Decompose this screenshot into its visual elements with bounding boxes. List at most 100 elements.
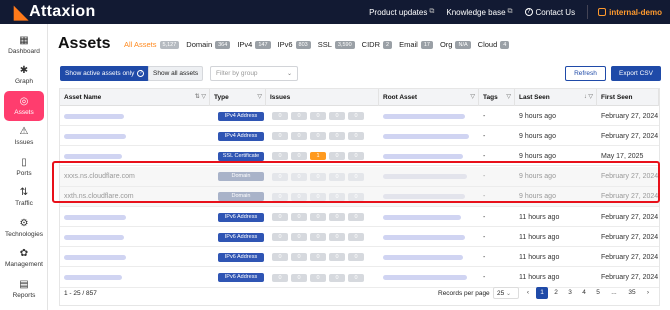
sidebar-item-graph[interactable]: ✱ Graph <box>0 60 48 90</box>
issue-count[interactable]: 0 <box>291 132 307 141</box>
issue-count[interactable]: 0 <box>272 273 288 282</box>
show-active-assets-button[interactable]: Show active assets only? <box>60 66 150 81</box>
next-page-button[interactable]: › <box>642 287 654 299</box>
contact-us-link[interactable]: ? Contact Us <box>524 8 575 17</box>
issue-count[interactable]: 0 <box>291 152 307 161</box>
column-filter-icon[interactable]: ↓ ▽ <box>584 93 593 100</box>
sidebar-item-ports[interactable]: ▯ Ports <box>0 152 48 182</box>
sidebar-item-technologies[interactable]: ⚙ Technologies <box>0 213 48 243</box>
issue-count[interactable]: 0 <box>348 112 364 120</box>
root-asset-cell[interactable] <box>379 227 479 247</box>
tab-all-assets[interactable]: All Assets 5,127 <box>124 40 180 49</box>
tab-cidr[interactable]: CIDR 2 <box>362 40 393 49</box>
issue-count[interactable]: 0 <box>348 152 364 161</box>
tab-ssl[interactable]: SSL 3,590 <box>318 40 355 49</box>
column-header-type[interactable]: Type ▽ <box>210 89 266 106</box>
asset-name-cell[interactable] <box>60 227 210 247</box>
issue-count[interactable]: 0 <box>348 233 364 242</box>
issue-count[interactable]: 0 <box>310 253 326 262</box>
tab-cloud[interactable]: Cloud 4 <box>478 40 510 49</box>
asset-name-cell[interactable] <box>60 207 210 227</box>
table-row[interactable]: IPv4 Address 0 0 0 0 0-9 hours ago February 27… <box>60 126 659 147</box>
sidebar-item-traffic[interactable]: ⇅ Traffic <box>0 182 48 212</box>
tab-org[interactable]: Org N/A <box>440 40 471 49</box>
issue-count[interactable]: 0 <box>310 112 326 120</box>
page-button[interactable]: 5 <box>592 287 604 299</box>
asset-name-cell[interactable] <box>60 247 210 267</box>
issue-count[interactable]: 0 <box>329 273 345 282</box>
user-menu[interactable]: internal-demo <box>598 8 662 17</box>
issue-count[interactable]: 0 <box>310 233 326 242</box>
issue-count[interactable]: 0 <box>272 213 288 221</box>
column-header-first-seen[interactable]: First Seen <box>597 89 659 106</box>
show-all-assets-button[interactable]: Show all assets <box>148 66 204 81</box>
issue-count[interactable]: 0 <box>329 152 345 161</box>
group-filter-select[interactable]: Filter by group ⌄ <box>210 66 298 81</box>
knowledge-base-link[interactable]: Knowledge base ⧉ <box>446 8 512 17</box>
sidebar-item-assets[interactable]: ◎ Assets <box>4 91 44 121</box>
table-row[interactable]: IPv6 Address 0 0 0 0 0-11 hours ago February 2… <box>60 227 659 248</box>
tab-ipv6[interactable]: IPv6 803 <box>278 40 311 49</box>
page-button[interactable]: 3 <box>564 287 576 299</box>
table-row[interactable]: IPv4 Address 0 0 0 0 0-9 hours ago February 27… <box>60 106 659 126</box>
page-button[interactable]: 1 <box>536 287 548 299</box>
column-header-root-asset[interactable]: Root Asset ▽ <box>379 89 479 106</box>
issue-count[interactable]: 0 <box>329 112 345 120</box>
export-csv-button[interactable]: Export CSV <box>611 66 661 81</box>
page-button[interactable]: 35 <box>624 287 640 299</box>
sidebar-item-reports[interactable]: ▤ Reports <box>0 274 48 304</box>
column-filter-icon[interactable]: ▽ <box>470 93 475 100</box>
tab-ipv4[interactable]: IPv4 147 <box>237 40 271 49</box>
issue-count[interactable]: 0 <box>348 253 364 262</box>
issue-count[interactable]: 0 <box>272 152 288 161</box>
issue-count[interactable]: 1 <box>310 152 326 161</box>
issue-count[interactable]: 0 <box>348 213 364 221</box>
prev-page-button[interactable]: ‹ <box>522 287 534 299</box>
column-header-last-seen[interactable]: Last Seen ↓ ▽ <box>515 89 597 106</box>
refresh-button[interactable]: Refresh <box>565 66 606 81</box>
page-button[interactable]: 2 <box>550 287 562 299</box>
column-filter-icon[interactable]: ⇅ ▽ <box>195 93 206 100</box>
issue-count[interactable]: 0 <box>272 233 288 242</box>
issue-count[interactable]: 0 <box>272 112 288 120</box>
issue-count[interactable]: 0 <box>291 233 307 242</box>
sidebar-item-issues[interactable]: ⚠ Issues <box>0 121 48 151</box>
issue-count[interactable]: 0 <box>329 213 345 221</box>
issue-count[interactable]: 0 <box>291 273 307 282</box>
issue-count[interactable]: 0 <box>291 213 307 221</box>
tab-domain[interactable]: Domain 364 <box>186 40 231 49</box>
column-header-issues[interactable]: Issues <box>266 89 379 106</box>
issue-count[interactable]: 0 <box>329 253 345 262</box>
asset-name-cell[interactable] <box>60 126 210 146</box>
root-asset-cell[interactable] <box>379 207 479 227</box>
issue-count[interactable]: 0 <box>348 132 364 141</box>
column-filter-icon[interactable]: ▽ <box>506 93 511 100</box>
sidebar-item-dashboard[interactable]: ▦ Dashboard <box>0 30 48 60</box>
issue-count[interactable]: 0 <box>348 273 364 282</box>
column-filter-icon[interactable]: ▽ <box>257 93 262 100</box>
page-button[interactable]: ... <box>606 287 622 299</box>
root-asset-cell[interactable] <box>379 106 479 126</box>
issue-count[interactable]: 0 <box>291 112 307 120</box>
root-asset-cell[interactable] <box>379 247 479 267</box>
asset-name-cell[interactable] <box>60 106 210 126</box>
records-per-page-select[interactable]: 25 ⌄ <box>493 287 519 299</box>
table-row[interactable]: IPv6 Address 0 0 0 0 0-11 hours ago February 2… <box>60 247 659 268</box>
issue-count[interactable]: 0 <box>329 132 345 141</box>
app-logo[interactable]: ◣ Attaxion <box>14 2 96 23</box>
issue-count[interactable]: 0 <box>310 213 326 221</box>
page-button[interactable]: 4 <box>578 287 590 299</box>
table-row[interactable]: IPv6 Address 0 0 0 0 0-11 hours ago February 2… <box>60 207 659 227</box>
sidebar-item-management[interactable]: ✿ Management <box>0 243 48 273</box>
issue-count[interactable]: 0 <box>310 132 326 141</box>
issue-count[interactable]: 0 <box>329 233 345 242</box>
issue-count[interactable]: 0 <box>272 132 288 141</box>
column-header-asset-name[interactable]: Asset Name ⇅ ▽ <box>60 89 210 106</box>
issue-count[interactable]: 0 <box>291 253 307 262</box>
tab-email[interactable]: Email 17 <box>399 40 433 49</box>
column-header-tags[interactable]: Tags ▽ <box>479 89 515 106</box>
issue-count[interactable]: 0 <box>272 253 288 262</box>
issue-count[interactable]: 0 <box>310 273 326 282</box>
product-updates-link[interactable]: Product updates ⧉ <box>369 8 434 17</box>
root-asset-cell[interactable] <box>379 126 479 146</box>
